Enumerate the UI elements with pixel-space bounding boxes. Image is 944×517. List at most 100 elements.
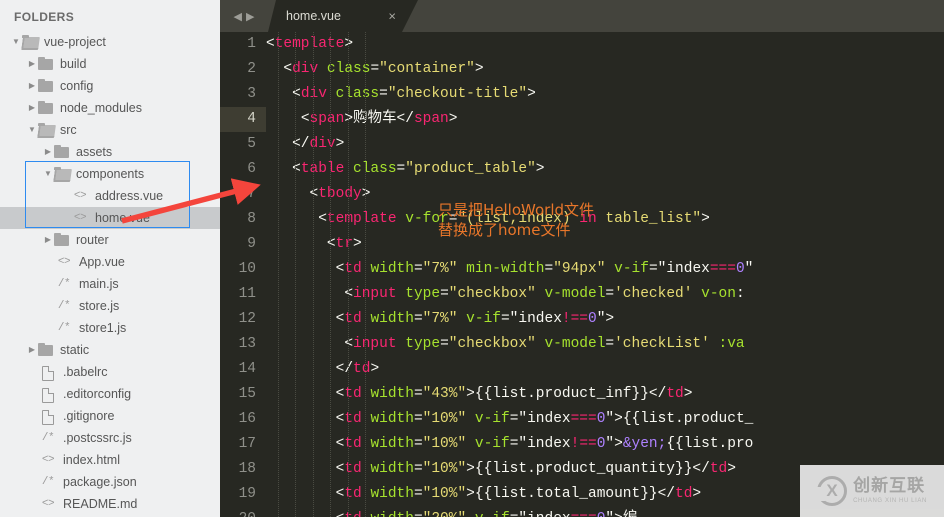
chevron-right-icon[interactable]: ▶ — [26, 53, 38, 75]
tree-item-label: index.html — [63, 453, 120, 467]
tree-item-label: router — [76, 233, 109, 247]
spacer-icon — [26, 427, 38, 449]
tree-item--babelrc[interactable]: .babelrc — [0, 361, 220, 383]
code-line[interactable]: 13 <input type="checkbox" v-model='check… — [220, 332, 944, 357]
tree-item--editorconfig[interactable]: .editorconfig — [0, 383, 220, 405]
code-line-text: <td width="7%" min-width="94px" v-if="in… — [335, 261, 754, 277]
code-line[interactable]: 10 <td width="7%" min-width="94px" v-if=… — [220, 257, 944, 282]
close-icon[interactable]: × — [388, 9, 396, 24]
tree-item-label: node_modules — [60, 101, 143, 115]
code-content[interactable]: 1 <template> 2 <div class="container"> 3 <d… — [220, 32, 944, 517]
line-number: 4 — [220, 107, 266, 132]
tree-item-label: store1.js — [79, 321, 127, 335]
js-file-icon: /* — [57, 322, 71, 334]
tab-label: home.vue — [286, 9, 341, 23]
chevron-right-icon[interactable]: ▶ — [42, 141, 54, 163]
chevron-right-icon[interactable]: ▶ — [26, 339, 38, 361]
chevron-down-icon[interactable]: ▼ — [26, 119, 38, 141]
indent-guide — [365, 32, 366, 517]
tree-item-store1-js[interactable]: /* store1.js — [0, 317, 220, 339]
watermark-text: 创新互联 CHUANG XIN HU LIAN — [853, 478, 927, 505]
chevron-down-icon[interactable]: ▼ — [42, 163, 54, 185]
spacer-icon — [26, 383, 38, 405]
tree-item-index-html[interactable]: <> index.html — [0, 449, 220, 471]
spacer-icon — [42, 317, 54, 339]
spacer-icon — [58, 185, 70, 207]
folder-open-icon — [54, 167, 70, 180]
tree-item-config[interactable]: ▶ config — [0, 75, 220, 97]
tree-item-src[interactable]: ▼ src — [0, 119, 220, 141]
tree-item--postcssrc-js[interactable]: /* .postcssrc.js — [0, 427, 220, 449]
code-line[interactable]: 11 <input type="checkbox" v-model='check… — [220, 282, 944, 307]
code-line[interactable]: 1 <template> — [220, 32, 944, 57]
tree-item-label: build — [60, 57, 87, 71]
prev-tab-arrow-icon[interactable]: ◀ — [234, 10, 242, 23]
code-line[interactable]: 17 <td width="10%" v-if="index!==0">&yen… — [220, 432, 944, 457]
code-line[interactable]: 4 <span>购物车</span> — [220, 107, 944, 132]
folder-icon — [54, 145, 70, 158]
editor-tab-bar: ◀ ▶ home.vue × — [220, 0, 944, 32]
js-file-icon: /* — [41, 476, 55, 488]
tree-item--gitignore[interactable]: .gitignore — [0, 405, 220, 427]
watermark-pinyin: CHUANG XIN HU LIAN — [853, 498, 927, 504]
code-file-icon: <> — [73, 212, 87, 224]
code-line[interactable]: 8 <template v-for="(list,index) in table… — [220, 207, 944, 232]
tree-item-assets[interactable]: ▶ assets — [0, 141, 220, 163]
spacer-icon — [26, 493, 38, 515]
tree-item-label: .editorconfig — [63, 387, 132, 401]
code-line[interactable]: 3 <div class="checkout-title"> — [220, 82, 944, 107]
line-number: 20 — [220, 507, 266, 517]
indent-guide — [312, 32, 314, 517]
tree-item-vue-project[interactable]: ▼ vue-project — [0, 31, 220, 53]
tree-item-label: App.vue — [79, 255, 125, 269]
code-file-icon: <> — [41, 454, 55, 466]
chevron-right-icon[interactable]: ▶ — [26, 97, 38, 119]
tree-item-router[interactable]: ▶ router — [0, 229, 220, 251]
file-explorer-sidebar: FOLDERS ▼ vue-project ▶ build ▶ config ▶ node_m… — [0, 0, 220, 517]
tree-item-static[interactable]: ▶ static — [0, 339, 220, 361]
tree-item-address-vue[interactable]: <> address.vue — [0, 185, 220, 207]
tree-item-home-vue[interactable]: <> home.vue — [0, 207, 220, 229]
chevron-right-icon[interactable]: ▶ — [26, 75, 38, 97]
code-line[interactable]: 5 </div> — [220, 132, 944, 157]
code-line[interactable]: 2 <div class="container"> — [220, 57, 944, 82]
tree-item-store-js[interactable]: /* store.js — [0, 295, 220, 317]
tab-nav-arrows[interactable]: ◀ ▶ — [220, 0, 268, 32]
tree-item-label: config — [60, 79, 94, 93]
folder-icon — [54, 233, 70, 246]
code-file-icon: <> — [41, 498, 55, 510]
code-line-text: <td width="7%" v-if="index!==0"> — [335, 311, 615, 327]
code-line[interactable]: 7 <tbody> — [220, 182, 944, 207]
folder-icon — [38, 79, 54, 92]
folder-open-icon — [38, 123, 54, 136]
tree-item-node-modules[interactable]: ▶ node_modules — [0, 97, 220, 119]
tree-item-build[interactable]: ▶ build — [0, 53, 220, 75]
code-line-text: <div class="checkout-title"> — [292, 86, 536, 102]
tree-item-app-vue[interactable]: <> App.vue — [0, 251, 220, 273]
code-line[interactable]: 16 <td width="10%" v-if="index===0">{{li… — [220, 407, 944, 432]
code-line[interactable]: 6 <table class="product_table"> — [220, 157, 944, 182]
code-file-icon: <> — [73, 190, 87, 202]
code-line-text: <input type="checkbox" v-model='checked'… — [344, 286, 745, 302]
indent-guide — [278, 32, 279, 517]
tree-item-components[interactable]: ▼ components — [0, 163, 220, 185]
chevron-down-icon[interactable]: ▼ — [10, 31, 22, 53]
js-file-icon: /* — [41, 432, 55, 444]
file-tree[interactable]: ▼ vue-project ▶ build ▶ config ▶ node_modules ▼ s… — [0, 31, 220, 515]
tree-item-package-json[interactable]: /* package.json — [0, 471, 220, 493]
code-line[interactable]: 9 <tr> — [220, 232, 944, 257]
next-tab-arrow-icon[interactable]: ▶ — [246, 10, 254, 23]
folder-open-icon — [22, 35, 38, 48]
chevron-right-icon[interactable]: ▶ — [42, 229, 54, 251]
line-number: 19 — [238, 486, 256, 502]
code-line-text: <input type="checkbox" v-model='checkLis… — [344, 336, 745, 352]
code-line[interactable]: 14 </td> — [220, 357, 944, 382]
tree-item-readme-md[interactable]: <> README.md — [0, 493, 220, 515]
line-number: 6 — [247, 161, 256, 177]
code-line-text: <tr> — [326, 236, 362, 252]
tab-home-vue[interactable]: home.vue × — [268, 0, 418, 32]
code-line[interactable]: 15 <td width="43%">{{list.product_inf}}<… — [220, 382, 944, 407]
tree-item-main-js[interactable]: /* main.js — [0, 273, 220, 295]
code-line[interactable]: 12 <td width="7%" v-if="index!==0"> — [220, 307, 944, 332]
js-file-icon: /* — [57, 300, 71, 312]
